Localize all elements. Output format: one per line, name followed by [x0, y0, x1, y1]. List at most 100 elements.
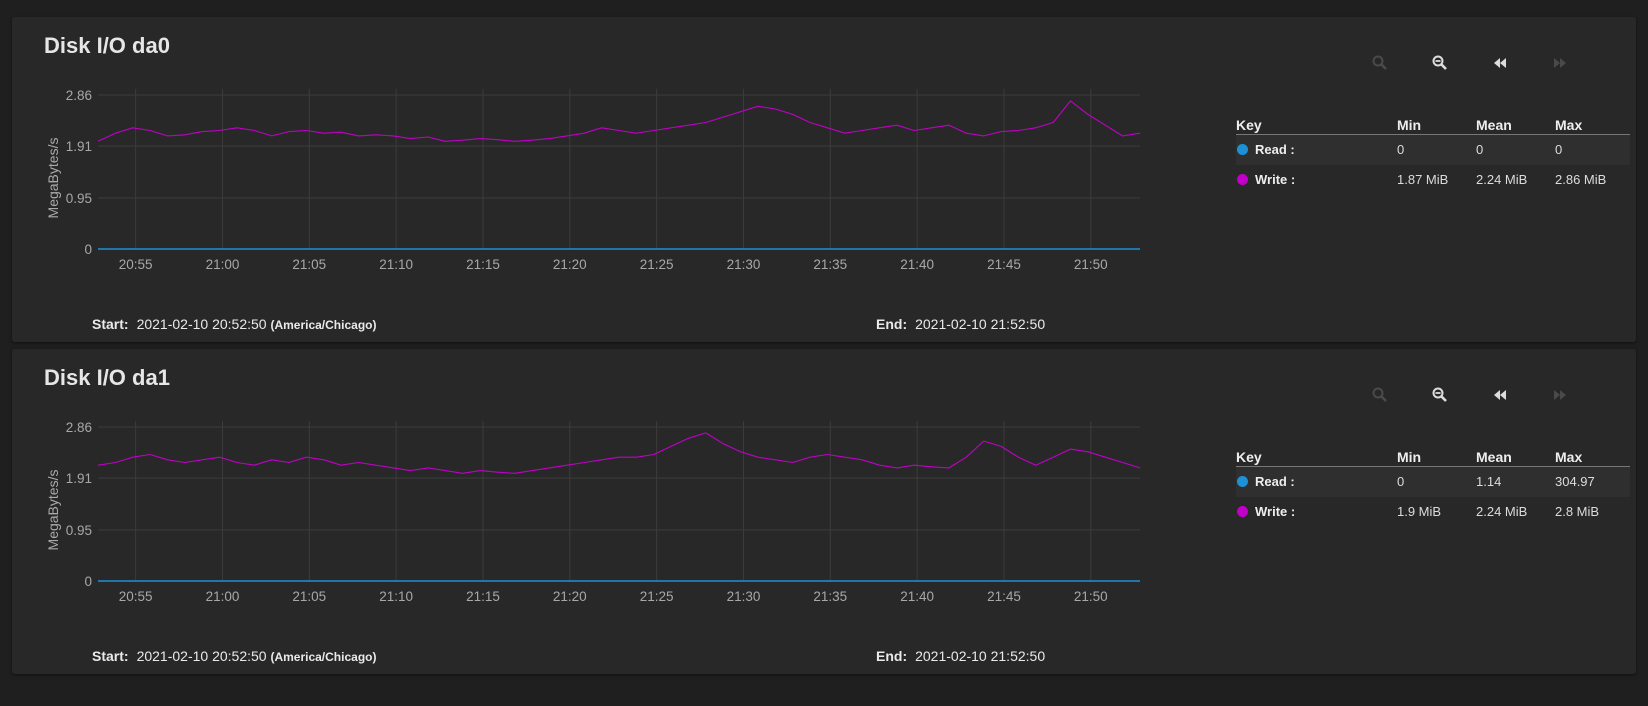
end-label: End: — [876, 316, 908, 332]
zoom-in-icon — [1372, 55, 1387, 70]
series-write-line — [97, 432, 1141, 474]
rewind-button[interactable] — [1482, 379, 1518, 411]
read-color-dot — [1237, 476, 1248, 488]
x-tick-label: 21:15 — [466, 257, 500, 272]
x-tick-label: 21:35 — [813, 257, 847, 272]
legend-mean: 1.14 — [1476, 474, 1502, 489]
legend-max: 2.86 MiB — [1555, 172, 1607, 187]
x-tick-label: 21:05 — [292, 257, 326, 272]
legend-header-key: Key — [1236, 117, 1262, 133]
rewind-icon — [1494, 390, 1506, 400]
read-color-dot — [1237, 144, 1248, 156]
legend-mean: 0 — [1476, 142, 1484, 157]
x-tick-label: 21:30 — [727, 257, 761, 272]
x-tick-label: 21:40 — [900, 257, 934, 272]
fast-forward-button[interactable] — [1542, 47, 1578, 79]
x-tick-label: 21:35 — [813, 589, 847, 604]
zoom-in-button[interactable] — [1362, 379, 1398, 411]
write-color-dot — [1237, 174, 1248, 186]
legend-table: Key Min Mean Max Read : 0 1.14 304.97 Wr… — [1236, 449, 1630, 527]
legend-min: 0 — [1397, 474, 1405, 489]
start-value: 2021-02-10 20:52:50 — [136, 648, 267, 664]
rewind-icon — [1494, 58, 1506, 68]
range-end: End: 2021-02-10 21:52:50 — [876, 316, 1045, 332]
legend-max: 0 — [1555, 142, 1563, 157]
legend-header-max: Max — [1555, 117, 1583, 133]
legend-row-read: Read : 0 1.14 304.97 — [1236, 467, 1630, 497]
x-tick-label: 21:40 — [900, 589, 934, 604]
start-label: Start: — [92, 316, 129, 332]
zoom-out-icon — [1432, 387, 1447, 402]
y-tick-label: 2.86 — [66, 420, 92, 435]
disk-io-da1-panel: Disk I/O da1 0 0.95 1.91 2.86 20:55 21:00 21:0… — [12, 349, 1636, 674]
legend-mean: 2.24 MiB — [1476, 172, 1528, 187]
y-tick-label: 0.95 — [66, 191, 92, 206]
zoom-out-button[interactable] — [1422, 379, 1458, 411]
zoom-in-button[interactable] — [1362, 47, 1398, 79]
disk-io-da0-panel: Disk I/O da0 0 0.95 1.91 2.86 20:55 21:00 21:0… — [12, 17, 1636, 342]
legend-series-name: Write : — [1255, 172, 1296, 187]
y-tick-label: 0.95 — [66, 523, 92, 538]
legend-header-min: Min — [1397, 117, 1422, 133]
range-start: Start: 2021-02-10 20:52:50 (America/Chica… — [92, 316, 376, 332]
end-label: End: — [876, 648, 908, 664]
rewind-button[interactable] — [1482, 47, 1518, 79]
x-tick-label: 21:00 — [206, 589, 240, 604]
y-tick-label: 1.91 — [66, 471, 92, 486]
legend-header-max: Max — [1555, 449, 1583, 465]
x-tick-label: 21:10 — [379, 589, 413, 604]
x-tick-label: 21:20 — [553, 257, 587, 272]
disk-io-chart: 0 0.95 1.91 2.86 20:55 21:00 21:05 21:10 21:15 21… — [45, 88, 1141, 272]
x-tick-label: 21:45 — [987, 589, 1021, 604]
range-end: End: 2021-02-10 21:52:50 — [876, 648, 1045, 664]
zoom-out-icon — [1432, 55, 1447, 70]
x-tick-label: 21:50 — [1074, 257, 1108, 272]
timezone-label: (America/Chicago) — [270, 650, 377, 664]
fast-forward-button[interactable] — [1542, 379, 1578, 411]
panel-title: Disk I/O da0 — [44, 33, 170, 58]
legend-max: 304.97 — [1555, 474, 1595, 489]
chart-toolbar — [1362, 47, 1622, 79]
x-tick-label: 20:55 — [119, 257, 153, 272]
zoom-out-button[interactable] — [1422, 47, 1458, 79]
legend-max: 2.8 MiB — [1555, 504, 1600, 519]
x-tick-label: 21:15 — [466, 589, 500, 604]
chart-toolbar — [1362, 379, 1622, 411]
legend-row-write: Write : 1.87 MiB 2.24 MiB 2.86 MiB — [1236, 165, 1630, 195]
timezone-label: (America/Chicago) — [270, 318, 377, 332]
legend-header-mean: Mean — [1476, 117, 1512, 133]
y-tick-label: 2.86 — [66, 88, 92, 103]
x-tick-label: 20:55 — [119, 589, 153, 604]
legend-series-name: Read : — [1255, 142, 1295, 157]
start-value: 2021-02-10 20:52:50 — [136, 316, 267, 332]
x-tick-label: 21:00 — [206, 257, 240, 272]
start-label: Start: — [92, 648, 129, 664]
legend-table: Key Min Mean Max Read : 0 0 0 Write : 1.… — [1236, 117, 1630, 195]
x-tick-label: 21:25 — [640, 589, 674, 604]
panel-title: Disk I/O da1 — [44, 365, 170, 390]
y-tick-label: 0 — [84, 242, 92, 257]
end-value: 2021-02-10 21:52:50 — [915, 316, 1046, 332]
legend-header: Key Min Mean Max — [1236, 117, 1630, 135]
legend-min: 1.87 MiB — [1397, 172, 1449, 187]
legend-row-write: Write : 1.9 MiB 2.24 MiB 2.8 MiB — [1236, 497, 1630, 527]
disk-io-chart: 0 0.95 1.91 2.86 20:55 21:00 21:05 21:10 21:15 21… — [45, 420, 1141, 604]
legend-mean: 2.24 MiB — [1476, 504, 1528, 519]
legend-series-name: Read : — [1255, 474, 1295, 489]
range-start: Start: 2021-02-10 20:52:50 (America/Chica… — [92, 648, 376, 664]
fast-forward-icon — [1554, 58, 1566, 68]
legend-series-name: Write : — [1255, 504, 1296, 519]
y-tick-label: 0 — [84, 574, 92, 589]
series-write-line — [97, 100, 1141, 142]
end-value: 2021-02-10 21:52:50 — [915, 648, 1046, 664]
x-tick-label: 21:10 — [379, 257, 413, 272]
legend-min: 1.9 MiB — [1397, 504, 1442, 519]
x-tick-label: 21:20 — [553, 589, 587, 604]
legend-row-read: Read : 0 0 0 — [1236, 135, 1630, 165]
y-tick-label: 1.91 — [66, 139, 92, 154]
legend-header-key: Key — [1236, 449, 1262, 465]
legend-min: 0 — [1397, 142, 1405, 157]
legend-header: Key Min Mean Max — [1236, 449, 1630, 467]
zoom-in-icon — [1372, 387, 1387, 402]
x-tick-label: 21:25 — [640, 257, 674, 272]
